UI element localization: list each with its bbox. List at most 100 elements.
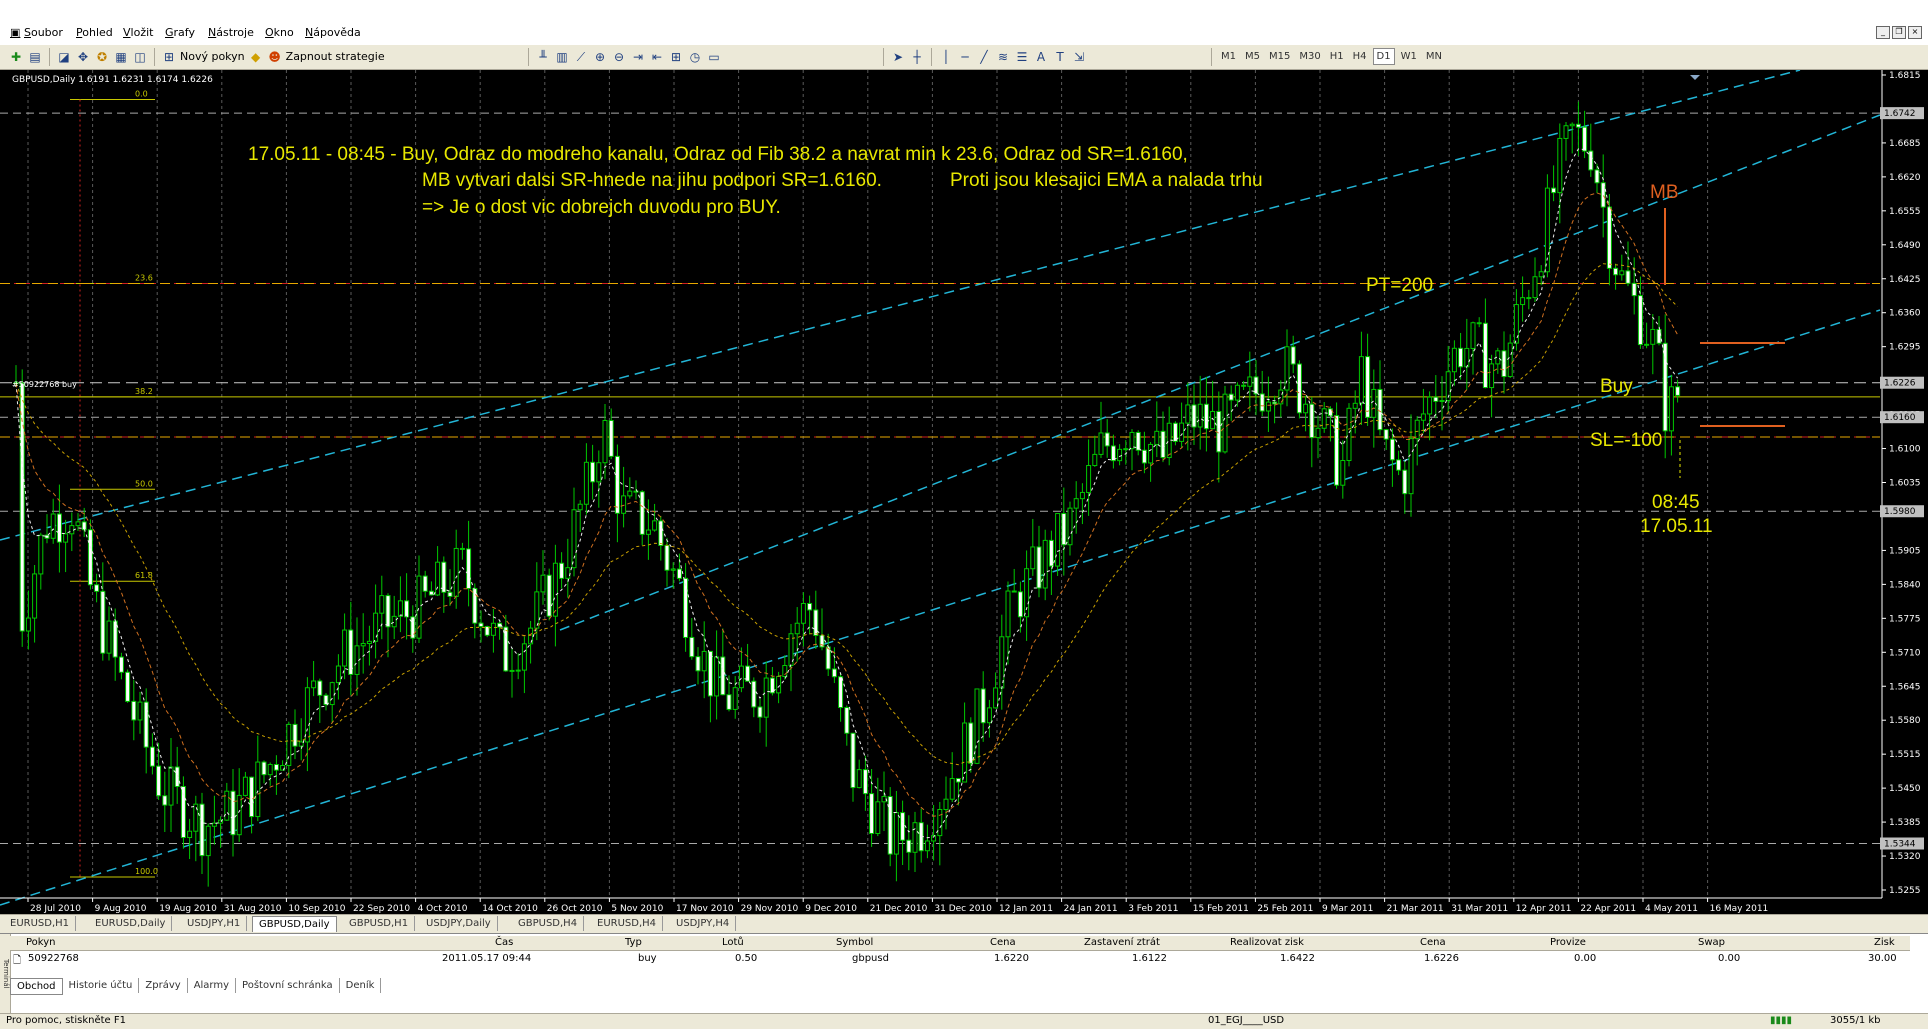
tab-historie[interactable]: Historie účtu <box>63 978 140 993</box>
channel-icon[interactable]: ≋ <box>995 49 1011 65</box>
price-tick-label: 1.6100 <box>1889 445 1921 455</box>
terminal-icon[interactable]: ▦ <box>113 49 129 65</box>
tab-chart-4[interactable]: GBPUSD,Daily <box>252 916 337 932</box>
strategies-button[interactable]: Zapnout strategie <box>286 50 385 63</box>
chart-shift-icon[interactable]: ⇤ <box>649 49 665 65</box>
price-chart[interactable]: 0.0 23.6 38.2 50.0 61.8 100.0 1.6815 1.6685 1.6… <box>0 70 1928 914</box>
periods-icon[interactable]: ◷ <box>687 49 703 65</box>
candle-body <box>800 602 806 624</box>
col-cena[interactable]: Cena <box>990 937 1016 948</box>
arrows-icon[interactable]: ⇲ <box>1071 49 1087 65</box>
tab-chart-5[interactable]: GBPUSD,H1 <box>343 916 416 931</box>
price-tick-label: 1.6620 <box>1889 173 1921 183</box>
menu-okno[interactable]: Okno <box>265 26 294 39</box>
tf-m30[interactable]: M30 <box>1296 49 1323 64</box>
tab-obchod[interactable]: Obchod <box>10 978 63 995</box>
metaeditor-icon[interactable]: ◆ <box>248 49 264 65</box>
horizontal-line-icon[interactable]: ─ <box>957 49 973 65</box>
templates-icon[interactable]: ▭ <box>706 49 722 65</box>
col-realizovat[interactable]: Realizovat zisk <box>1230 937 1304 948</box>
tab-chart-6[interactable]: USDJPY,Daily <box>420 916 498 931</box>
tab-alarmy[interactable]: Alarmy <box>188 978 237 993</box>
date-tick-label: 12 Apr 2011 <box>1516 904 1572 914</box>
new-chart-icon[interactable]: ✚ <box>8 49 24 65</box>
zoom-in-icon[interactable]: ⊕ <box>592 49 608 65</box>
menu-grafy[interactable]: Grafy <box>165 26 195 39</box>
tf-m1[interactable]: M1 <box>1218 49 1239 64</box>
candle-body <box>1340 460 1346 486</box>
zoom-out-icon[interactable]: ⊖ <box>611 49 627 65</box>
col-swap[interactable]: Swap <box>1698 937 1725 948</box>
col-symbol[interactable]: Symbol <box>836 937 873 948</box>
cell-time: 2011.05.17 09:44 <box>442 953 532 964</box>
new-order-icon[interactable]: ⊞ <box>161 49 177 65</box>
minimize-icon[interactable]: _ <box>1876 26 1890 39</box>
new-order-button[interactable]: Nový pokyn <box>180 50 245 63</box>
candle-body <box>1117 448 1123 462</box>
col-pokyn[interactable]: Pokyn <box>26 937 55 948</box>
tab-denik[interactable]: Deník <box>340 978 382 993</box>
data-window-icon[interactable]: ✥ <box>75 49 91 65</box>
col-zastaveni[interactable]: Zastavení ztrát <box>1084 937 1160 948</box>
tf-m5[interactable]: M5 <box>1242 49 1263 64</box>
candle-body <box>193 803 199 832</box>
market-watch-icon[interactable]: ◪ <box>56 49 72 65</box>
bar-chart-icon[interactable]: ╨ <box>535 49 551 65</box>
candle-body <box>515 669 521 672</box>
candle-body <box>1427 396 1433 415</box>
col-cas[interactable]: Čas <box>495 937 513 948</box>
menu-napoveda[interactable]: Nápověda <box>305 26 361 39</box>
col-provize[interactable]: Provize <box>1550 937 1586 948</box>
tab-chart-3[interactable]: USDJPY,H1 <box>181 916 248 931</box>
col-zisk[interactable]: Zisk <box>1874 937 1895 948</box>
tab-chart-2[interactable]: EURUSD,Daily <box>89 916 173 931</box>
candle-body <box>608 419 614 457</box>
text-icon[interactable]: A <box>1033 49 1049 65</box>
menu-nastroje[interactable]: Nástroje <box>208 26 254 39</box>
cell-sl: 1.6122 <box>1132 953 1167 964</box>
tf-d1[interactable]: D1 <box>1372 48 1395 65</box>
menu-vlozit[interactable]: Vložit <box>123 26 153 39</box>
text-label-icon[interactable]: T <box>1052 49 1068 65</box>
restore-icon[interactable]: ❐ <box>1892 26 1906 39</box>
navigator-icon[interactable]: ✪ <box>94 49 110 65</box>
strategies-icon[interactable]: ☻ <box>267 49 283 65</box>
tab-postovni[interactable]: Poštovní schránka <box>236 978 340 993</box>
app-icon[interactable]: ▣ <box>10 26 20 39</box>
tf-w1[interactable]: W1 <box>1398 49 1420 64</box>
profiles-icon[interactable]: ▤ <box>27 49 43 65</box>
tf-mn[interactable]: MN <box>1423 49 1445 64</box>
autoscroll-icon[interactable]: ⇥ <box>630 49 646 65</box>
tf-h4[interactable]: H4 <box>1350 49 1370 64</box>
candle-body <box>1210 410 1216 430</box>
trendline-icon[interactable]: ╱ <box>976 49 992 65</box>
candle-body <box>1247 376 1253 387</box>
tester-icon[interactable]: ◫ <box>132 49 148 65</box>
tf-m15[interactable]: M15 <box>1266 49 1293 64</box>
tf-h1[interactable]: H1 <box>1327 49 1347 64</box>
menu-pohled[interactable]: Pohled <box>76 26 113 39</box>
fibonacci-icon[interactable]: ☰ <box>1014 49 1030 65</box>
date-tick-label: 12 Jan 2011 <box>999 904 1053 914</box>
tab-chart-7[interactable]: GBPUSD,H4 <box>512 916 585 931</box>
close-icon[interactable]: × <box>1908 26 1922 39</box>
tab-chart-1[interactable]: EURUSD,H1 <box>4 916 77 931</box>
menu-soubor[interactable]: Soubor <box>24 26 63 39</box>
indicators-icon[interactable]: ⊞ <box>668 49 684 65</box>
tab-chart-9[interactable]: USDJPY,H4 <box>670 916 737 931</box>
candle-body <box>1551 187 1557 194</box>
candle-body <box>1055 513 1061 567</box>
candle-chart-icon[interactable]: ▥ <box>554 49 570 65</box>
date-tick-label: 14 Oct 2010 <box>482 904 538 914</box>
table-row[interactable]: 🗋 50922768 2011.05.17 09:44 buy 0.50 gbp… <box>10 952 1910 966</box>
tab-chart-8[interactable]: EURUSD,H4 <box>591 916 664 931</box>
col-lotu[interactable]: Lotů <box>722 937 744 948</box>
price-marker-label: 1.5980 <box>1884 507 1916 517</box>
vertical-line-icon[interactable]: │ <box>938 49 954 65</box>
tab-zpravy[interactable]: Zprávy <box>139 978 188 993</box>
crosshair-icon[interactable]: ┼ <box>909 49 925 65</box>
cursor-icon[interactable]: ➤ <box>890 49 906 65</box>
col-cena-2[interactable]: Cena <box>1420 937 1446 948</box>
line-chart-icon[interactable]: ⟋ <box>573 49 589 65</box>
col-typ[interactable]: Typ <box>625 937 642 948</box>
